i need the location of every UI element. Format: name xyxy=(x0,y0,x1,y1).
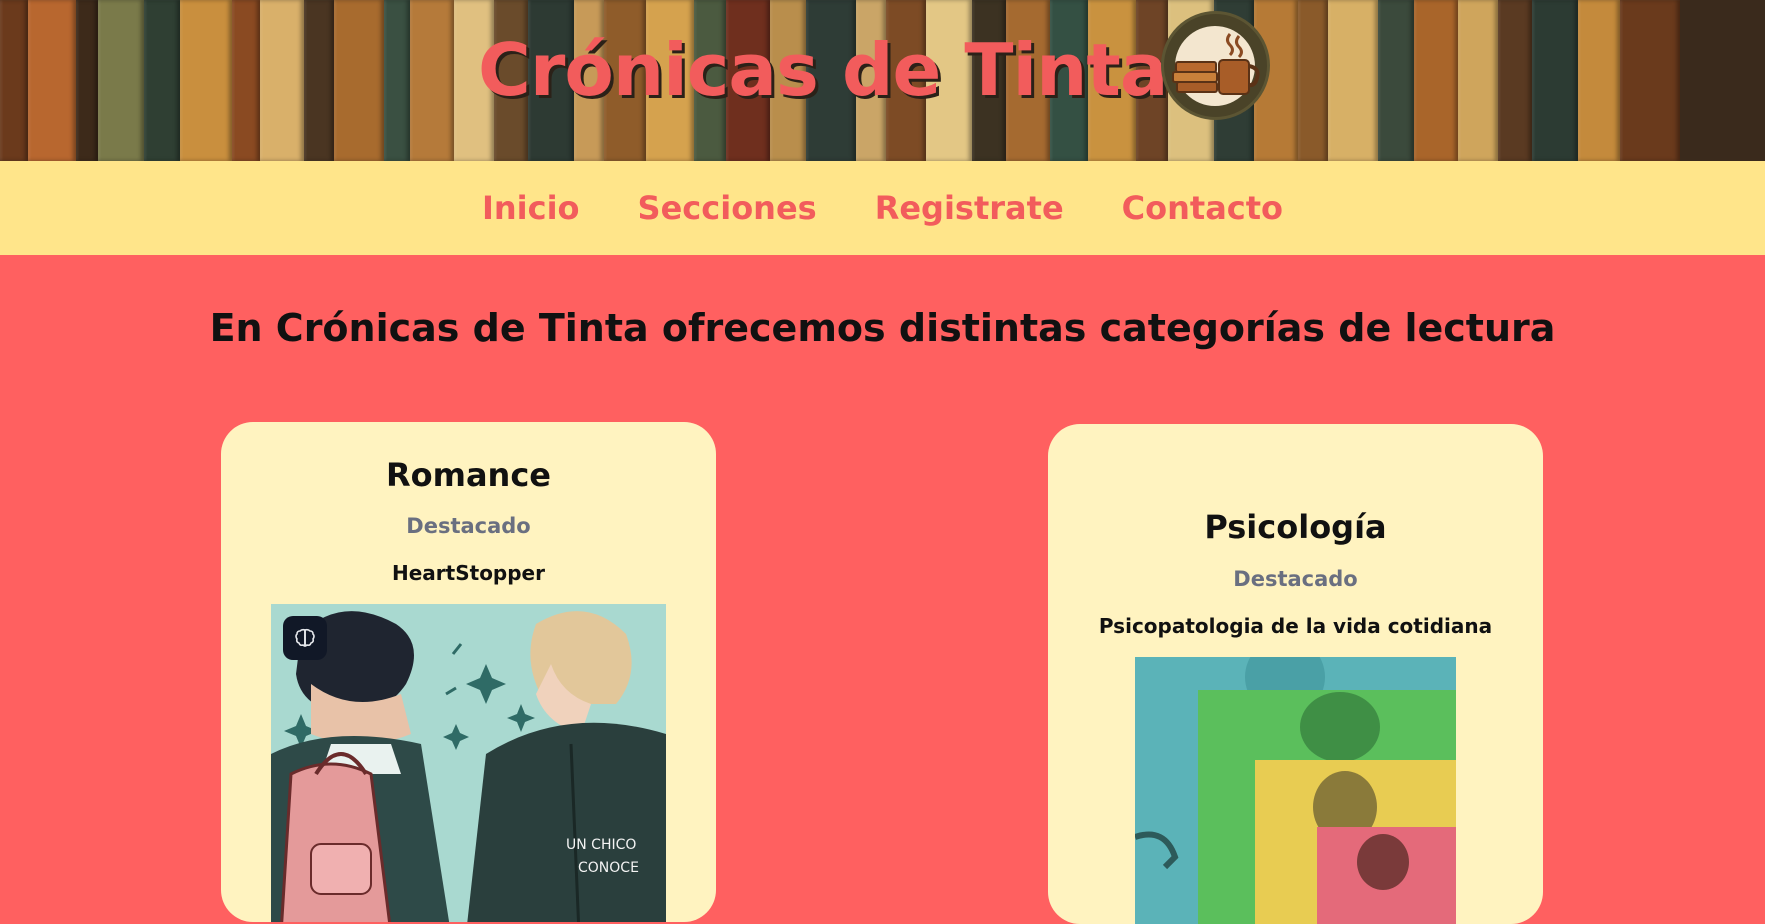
card-book-title[interactable]: HeartStopper xyxy=(221,561,716,585)
card-category-title: Psicología xyxy=(1204,508,1387,546)
nav-item-inicio[interactable]: Inicio xyxy=(482,189,580,227)
svg-text:CONOCE: CONOCE xyxy=(578,860,639,876)
book-cover-psicopatologia[interactable] xyxy=(1135,657,1456,924)
site-title[interactable]: Crónicas de Tinta xyxy=(478,18,1168,122)
brain-icon[interactable] xyxy=(283,616,327,660)
main-nav: Inicio Secciones Registrate Contacto xyxy=(0,161,1765,255)
card-tag: Destacado xyxy=(1233,567,1358,591)
nav-item-contacto[interactable]: Contacto xyxy=(1122,189,1283,227)
nav-item-registrate[interactable]: Registrate xyxy=(875,189,1064,227)
card-book-title[interactable]: Psicopatologia de la vida cotidiana xyxy=(1048,614,1543,638)
svg-text:UN CHICO: UN CHICO xyxy=(566,837,636,853)
card-tag: Destacado xyxy=(406,514,531,538)
intro-heading: En Crónicas de Tinta ofrecemos distintas… xyxy=(209,306,1556,350)
books-and-coffee-icon[interactable] xyxy=(1161,11,1270,120)
site-header: Crónicas de Tinta xyxy=(0,0,1765,161)
category-card-psicologia[interactable]: Psicología Destacado Psicopatologia de l… xyxy=(1048,424,1543,924)
nav-item-secciones[interactable]: Secciones xyxy=(638,189,817,227)
book-cover-heartstopper[interactable]: UN CHICO CONOCE xyxy=(271,604,666,922)
category-card-romance[interactable]: Romance Destacado HeartStopper UN CHICO … xyxy=(221,422,716,922)
card-category-title: Romance xyxy=(385,456,551,494)
